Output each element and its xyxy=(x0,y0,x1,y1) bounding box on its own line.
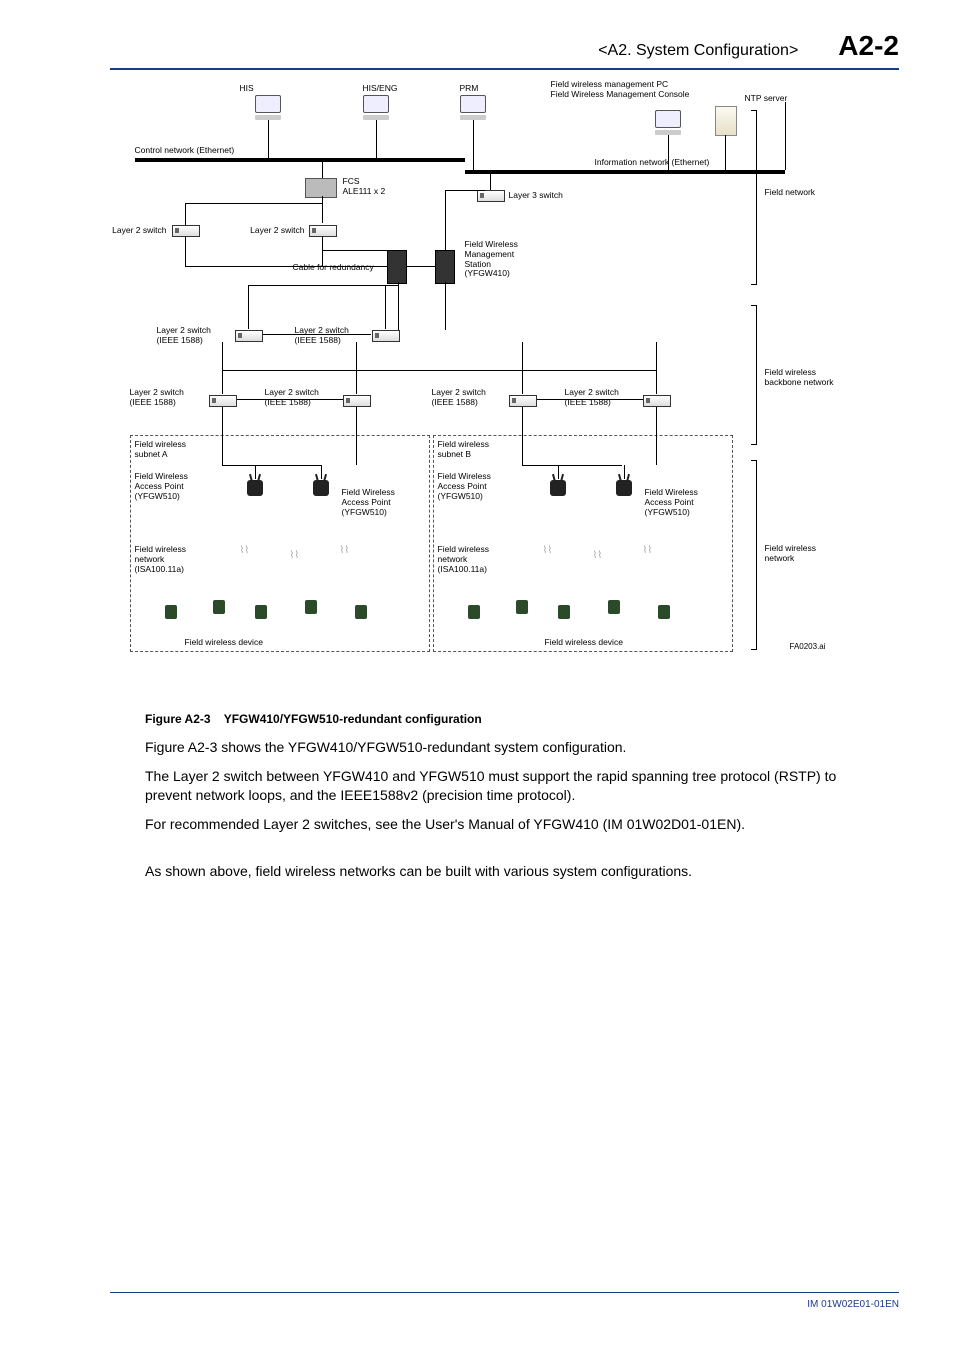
page-number: A2-2 xyxy=(838,30,899,62)
label-l2switch-1: Layer 2 switch xyxy=(107,226,167,236)
label-mgmt-station: Field Wireless Management Station (YFGW4… xyxy=(465,240,518,279)
label-ap-2: Field Wireless Access Point (YFGW510) xyxy=(342,488,395,517)
label-fw-net-1: Field wireless network (ISA100.11a) xyxy=(135,545,187,574)
section-label: <A2. System Configuration> xyxy=(598,42,798,60)
label-l2-ieee-1: Layer 2 switch (IEEE 1588) xyxy=(157,326,211,346)
label-control-net: Control network (Ethernet) xyxy=(135,146,235,156)
label-fcs: FCS ALE111 x 2 xyxy=(343,177,386,197)
label-fw-net-2: Field wireless network (ISA100.11a) xyxy=(438,545,490,574)
label-l3switch: Layer 3 switch xyxy=(509,191,563,201)
paragraph: As shown above, field wireless networks … xyxy=(145,862,865,881)
label-field-network: Field network xyxy=(765,188,816,198)
system-diagram: HIS HIS/ENG PRM Field wireless managemen… xyxy=(125,80,885,700)
paragraph: For recommended Layer 2 switches, see th… xyxy=(145,815,865,834)
page-header: <A2. System Configuration> A2-2 xyxy=(110,30,899,70)
label-cable-redund: Cable for redundancy xyxy=(293,263,374,273)
page-footer: IM 01W02E01-01EN xyxy=(110,1292,899,1310)
label-l2-ieee-3: Layer 2 switch (IEEE 1588) xyxy=(130,388,184,408)
label-his: HIS xyxy=(240,84,254,94)
label-l2-ieee-2: Layer 2 switch (IEEE 1588) xyxy=(295,326,349,346)
figure-number: Figure A2-3 xyxy=(145,712,211,726)
label-ntp: NTP server xyxy=(745,94,788,104)
paragraph: Figure A2-3 shows the YFGW410/YFGW510-re… xyxy=(145,738,865,757)
doc-id: IM 01W02E01-01EN xyxy=(807,1299,899,1310)
label-l2switch-2: Layer 2 switch xyxy=(245,226,305,236)
figure-caption: Figure A2-3 YFGW410/YFGW510-redundant co… xyxy=(145,712,899,726)
label-ap-3: Field Wireless Access Point (YFGW510) xyxy=(438,472,491,501)
label-subnetB: Field wireless subnet B xyxy=(438,440,490,460)
label-info-net: Information network (Ethernet) xyxy=(595,158,710,168)
label-wireless-net: Field wireless network xyxy=(765,544,817,564)
label-l2-ieee-5: Layer 2 switch (IEEE 1588) xyxy=(432,388,486,408)
label-l2-ieee-6: Layer 2 switch (IEEE 1588) xyxy=(565,388,619,408)
label-fw-device-2: Field wireless device xyxy=(545,638,623,648)
label-backbone: Field wireless backbone network xyxy=(765,368,834,388)
label-ap-1: Field Wireless Access Point (YFGW510) xyxy=(135,472,188,501)
figure-title: YFGW410/YFGW510-redundant configuration xyxy=(224,712,482,726)
label-ap-4: Field Wireless Access Point (YFGW510) xyxy=(645,488,698,517)
paragraph: The Layer 2 switch between YFGW410 and Y… xyxy=(145,767,865,805)
figure-ref: FA0203.ai xyxy=(790,642,826,651)
label-l2-ieee-4: Layer 2 switch (IEEE 1588) xyxy=(265,388,319,408)
label-hiseng: HIS/ENG xyxy=(363,84,398,94)
label-subnetA: Field wireless subnet A xyxy=(135,440,187,460)
label-prm: PRM xyxy=(460,84,479,94)
label-fw-device-1: Field wireless device xyxy=(185,638,263,648)
label-mgmt-console: Field Wireless Management Console xyxy=(551,90,690,100)
